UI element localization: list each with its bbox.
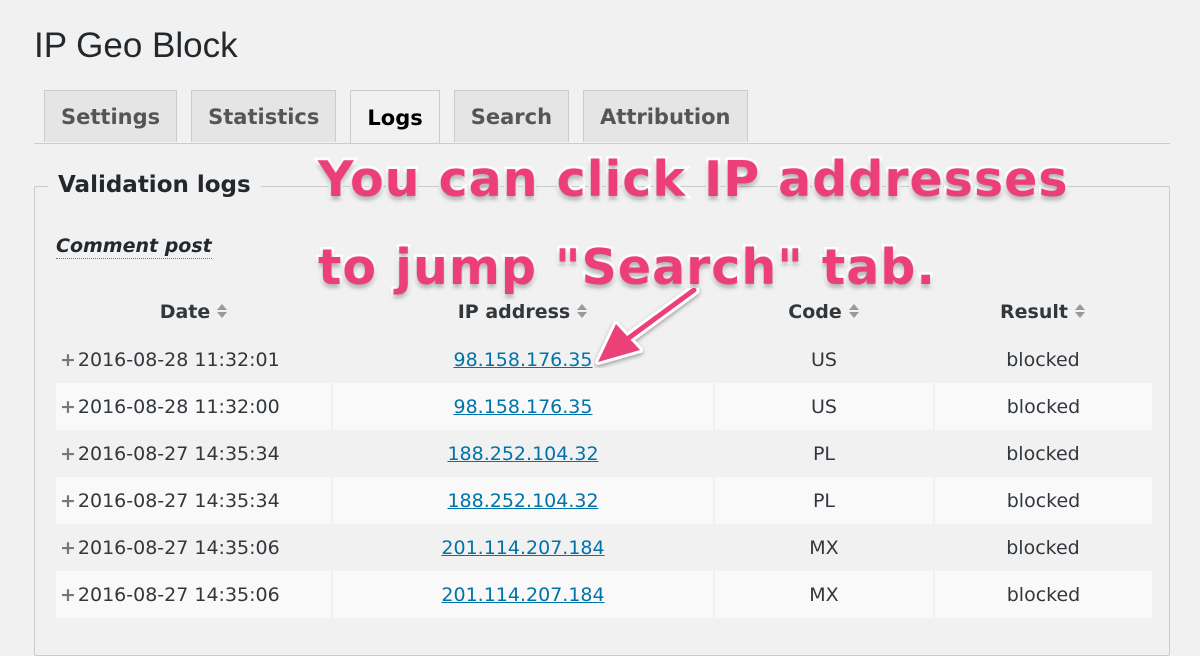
- table-row: +2016-08-27 14:35:34 188.252.104.32 PL b…: [56, 477, 1152, 524]
- ip-address-link[interactable]: 98.158.176.35: [453, 349, 592, 371]
- result-cell: blocked: [933, 383, 1152, 430]
- date-text: 2016-08-28 11:32:00: [77, 395, 280, 418]
- page-title: IP Geo Block: [34, 26, 238, 65]
- code-cell: MX: [713, 571, 934, 618]
- result-cell: blocked: [1006, 348, 1080, 371]
- tab-statistics[interactable]: Statistics: [191, 90, 337, 142]
- ip-address-link[interactable]: 188.252.104.32: [447, 490, 598, 512]
- annotation-line: You can click IP addresses: [316, 149, 1071, 211]
- plus-icon[interactable]: +: [60, 490, 76, 512]
- tab-search[interactable]: Search: [453, 90, 570, 142]
- table-row: +2016-08-27 14:35:06 201.114.207.184 MX …: [56, 571, 1152, 618]
- date-cell[interactable]: +2016-08-27 14:35:06: [56, 571, 332, 618]
- result-cell: blocked: [1006, 536, 1080, 559]
- date-text: 2016-08-27 14:35:06: [77, 583, 280, 606]
- ip-cell: 201.114.207.184: [331, 571, 714, 618]
- date-text: 2016-08-27 14:35:34: [77, 442, 280, 465]
- code-cell: PL: [812, 442, 836, 465]
- code-cell: US: [811, 348, 837, 371]
- date-cell[interactable]: +2016-08-27 14:35:34: [56, 477, 332, 524]
- sort-arrows-icon: [217, 304, 228, 318]
- ip-cell: 98.158.176.35: [331, 383, 714, 430]
- table-row: +2016-08-27 14:35:06 201.114.207.184 MX …: [56, 524, 1152, 571]
- plus-icon[interactable]: +: [60, 349, 76, 371]
- ip-address-link[interactable]: 201.114.207.184: [441, 584, 604, 606]
- plus-icon[interactable]: +: [60, 537, 76, 559]
- date-text: 2016-08-28 11:32:01: [77, 348, 280, 371]
- ip-cell: 201.114.207.184: [332, 524, 714, 571]
- result-cell: blocked: [1006, 442, 1080, 465]
- date-text: 2016-08-27 14:35:06: [77, 536, 280, 559]
- code-cell: US: [713, 383, 934, 430]
- section-subheading[interactable]: Comment post: [56, 235, 212, 259]
- plus-icon[interactable]: +: [60, 584, 76, 606]
- tab-attribution[interactable]: Attribution: [583, 90, 748, 142]
- ip-cell: 188.252.104.32: [332, 430, 714, 477]
- pink-arrow-icon: [595, 288, 700, 365]
- section-legend: Validation logs: [48, 172, 261, 198]
- date-cell[interactable]: +2016-08-27 14:35:06: [56, 524, 332, 571]
- table-row: +2016-08-27 14:35:34 188.252.104.32 PL b…: [56, 430, 1152, 477]
- ip-cell: 188.252.104.32: [331, 477, 714, 524]
- date-text: 2016-08-27 14:35:34: [77, 489, 280, 512]
- plus-icon[interactable]: +: [60, 396, 76, 418]
- ip-address-link[interactable]: 188.252.104.32: [447, 443, 598, 465]
- code-cell: MX: [809, 536, 839, 559]
- date-cell[interactable]: +2016-08-28 11:32:01: [56, 336, 332, 383]
- date-cell[interactable]: +2016-08-28 11:32:00: [56, 383, 332, 430]
- result-cell: blocked: [933, 571, 1152, 618]
- ip-address-link[interactable]: 98.158.176.35: [453, 396, 592, 418]
- plus-icon[interactable]: +: [60, 443, 76, 465]
- tab-settings[interactable]: Settings: [44, 90, 178, 142]
- table-row: +2016-08-28 11:32:00 98.158.176.35 US bl…: [56, 383, 1152, 430]
- code-cell: PL: [713, 477, 934, 524]
- result-cell: blocked: [933, 477, 1152, 524]
- column-header-label: Date: [159, 301, 211, 323]
- sort-arrows-icon: [1074, 304, 1085, 318]
- annotation-callout: You can click IP addresses to jump "Sear…: [316, 136, 1071, 312]
- date-cell[interactable]: +2016-08-27 14:35:34: [56, 430, 332, 477]
- column-header-date[interactable]: Date: [56, 288, 332, 336]
- ip-address-link[interactable]: 201.114.207.184: [441, 537, 604, 559]
